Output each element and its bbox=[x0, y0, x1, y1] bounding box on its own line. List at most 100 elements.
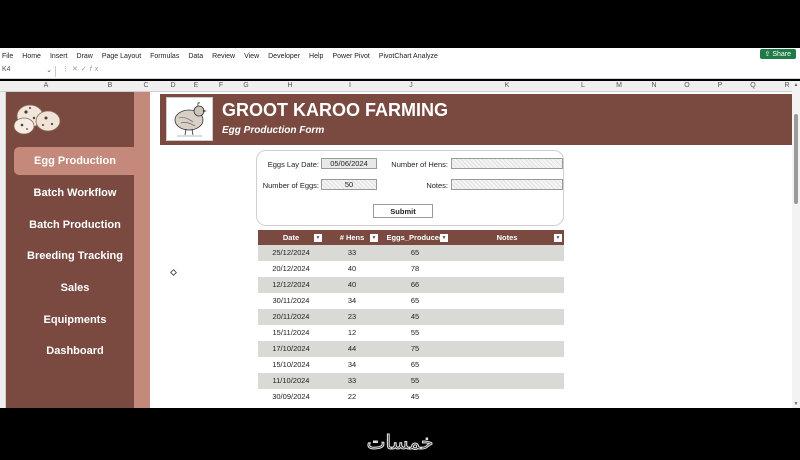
cell-notes[interactable] bbox=[450, 261, 564, 277]
table-row[interactable]: 20/11/2024 23 45 bbox=[258, 309, 564, 325]
number-of-hens-field[interactable] bbox=[451, 158, 563, 169]
tab-file[interactable]: File bbox=[2, 53, 13, 60]
column-header[interactable]: N bbox=[651, 82, 656, 89]
tab-review[interactable]: Review bbox=[212, 53, 235, 60]
table-row[interactable]: 25/12/2024 33 65 bbox=[258, 245, 564, 261]
tab-data[interactable]: Data bbox=[188, 53, 203, 60]
cell-eggs[interactable]: 65 bbox=[380, 357, 450, 373]
column-header[interactable]: A bbox=[44, 82, 49, 89]
selection-handle-icon[interactable] bbox=[170, 269, 178, 277]
column-header[interactable]: E bbox=[194, 82, 199, 89]
table-row[interactable]: 30/11/2024 34 65 bbox=[258, 293, 564, 309]
chevron-down-icon[interactable]: ⌄ bbox=[46, 66, 52, 74]
number-of-eggs-field[interactable]: 50 bbox=[321, 179, 377, 190]
tab-pivotchart-analyze[interactable]: PivotChart Analyze bbox=[379, 53, 438, 60]
cell-eggs[interactable]: 45 bbox=[380, 389, 450, 405]
tab-home[interactable]: Home bbox=[22, 53, 41, 60]
confirm-icon[interactable]: ✓ bbox=[81, 66, 90, 73]
cell-eggs[interactable]: 66 bbox=[380, 277, 450, 293]
cell-hens[interactable]: 44 bbox=[324, 341, 380, 357]
cell-eggs[interactable]: 65 bbox=[380, 245, 450, 261]
cell-notes[interactable] bbox=[450, 357, 564, 373]
cancel-icon[interactable]: ✕ bbox=[72, 66, 81, 73]
cell-hens[interactable]: 33 bbox=[324, 373, 380, 389]
cell-eggs[interactable]: 45 bbox=[380, 309, 450, 325]
cell-hens[interactable]: 40 bbox=[324, 261, 380, 277]
cell-notes[interactable] bbox=[450, 277, 564, 293]
cell-notes[interactable] bbox=[450, 309, 564, 325]
column-header[interactable]: C bbox=[143, 82, 148, 89]
sidebar-item-batch-production[interactable]: Batch Production bbox=[14, 211, 136, 239]
cell-date[interactable]: 30/11/2024 bbox=[258, 293, 324, 309]
cell-date[interactable]: 25/12/2024 bbox=[258, 245, 324, 261]
name-box[interactable]: K4 ⌄ bbox=[0, 66, 56, 77]
scroll-up-icon[interactable]: ▲ bbox=[792, 82, 800, 88]
column-header[interactable]: J bbox=[409, 82, 413, 89]
submit-button[interactable]: Submit bbox=[373, 204, 433, 218]
sidebar-item-equipments[interactable]: Equipments bbox=[14, 306, 136, 334]
table-row[interactable]: 12/12/2024 40 66 bbox=[258, 277, 564, 293]
filter-dropdown-icon[interactable]: ▼ bbox=[370, 234, 378, 242]
column-header[interactable]: P bbox=[718, 82, 723, 89]
tab-insert[interactable]: Insert bbox=[50, 53, 68, 60]
cell-eggs[interactable]: 55 bbox=[380, 325, 450, 341]
cell-notes[interactable] bbox=[450, 389, 564, 405]
tab-page-layout[interactable]: Page Layout bbox=[102, 53, 141, 60]
column-header[interactable]: M bbox=[616, 82, 622, 89]
column-header[interactable]: I bbox=[349, 82, 351, 89]
filter-dropdown-icon[interactable]: ▼ bbox=[440, 234, 448, 242]
cell-date[interactable]: 15/10/2024 bbox=[258, 357, 324, 373]
eggs-lay-date-field[interactable]: 05/06/2024 bbox=[321, 158, 377, 169]
sidebar-item-dashboard[interactable]: Dashboard bbox=[14, 337, 136, 365]
column-header[interactable]: L bbox=[581, 82, 585, 89]
sidebar-item-egg-production[interactable]: Egg Production bbox=[14, 147, 136, 175]
sidebar-item-breeding-tracking[interactable]: Breeding Tracking bbox=[14, 242, 136, 270]
tab-draw[interactable]: Draw bbox=[76, 53, 92, 60]
cell-date[interactable]: 20/12/2024 bbox=[258, 261, 324, 277]
column-header[interactable]: B bbox=[108, 82, 113, 89]
column-header-eggs-produced[interactable]: Eggs_Produced ▼ bbox=[380, 230, 450, 245]
notes-field[interactable] bbox=[451, 179, 563, 190]
column-header-date[interactable]: Date ▼ bbox=[258, 230, 324, 245]
column-header[interactable]: G bbox=[243, 82, 248, 89]
column-header-notes[interactable]: Notes ▼ bbox=[450, 230, 564, 245]
table-row[interactable]: 11/10/2024 33 55 bbox=[258, 373, 564, 389]
tab-view[interactable]: View bbox=[244, 53, 259, 60]
share-button[interactable]: ⇪ Share bbox=[759, 49, 796, 59]
column-header[interactable]: K bbox=[505, 82, 510, 89]
table-row[interactable]: 15/11/2024 12 55 bbox=[258, 325, 564, 341]
table-row[interactable]: 30/09/2024 22 45 bbox=[258, 389, 564, 405]
sidebar-item-batch-workflow[interactable]: Batch Workflow bbox=[14, 179, 136, 207]
cell-hens[interactable]: 12 bbox=[324, 325, 380, 341]
tab-formulas[interactable]: Formulas bbox=[150, 53, 179, 60]
tab-developer[interactable]: Developer bbox=[268, 53, 300, 60]
cell-eggs[interactable]: 78 bbox=[380, 261, 450, 277]
column-header[interactable]: Q bbox=[750, 82, 755, 89]
filter-dropdown-icon[interactable]: ▼ bbox=[554, 234, 562, 242]
cell-notes[interactable] bbox=[450, 293, 564, 309]
cell-hens[interactable]: 22 bbox=[324, 389, 380, 405]
table-row[interactable]: 15/10/2024 34 65 bbox=[258, 357, 564, 373]
column-header[interactable]: R bbox=[784, 82, 789, 89]
cell-date[interactable]: 30/09/2024 bbox=[258, 389, 324, 405]
fx-icon[interactable]: fx bbox=[90, 66, 101, 73]
cell-date[interactable]: 17/10/2024 bbox=[258, 341, 324, 357]
cell-notes[interactable] bbox=[450, 373, 564, 389]
column-header[interactable]: F bbox=[219, 82, 223, 89]
column-header[interactable]: D bbox=[170, 82, 175, 89]
scrollbar-thumb[interactable] bbox=[794, 114, 798, 204]
filter-dropdown-icon[interactable]: ▼ bbox=[314, 234, 322, 242]
column-header[interactable]: H bbox=[287, 82, 292, 89]
cell-hens[interactable]: 34 bbox=[324, 357, 380, 373]
cell-eggs[interactable]: 55 bbox=[380, 373, 450, 389]
cell-hens[interactable]: 34 bbox=[324, 293, 380, 309]
tab-power-pivot[interactable]: Power Pivot bbox=[332, 53, 369, 60]
cell-notes[interactable] bbox=[450, 341, 564, 357]
cell-hens[interactable]: 33 bbox=[324, 245, 380, 261]
table-row[interactable]: 17/10/2024 44 75 bbox=[258, 341, 564, 357]
vertical-scrollbar[interactable]: ▲ ▼ bbox=[792, 81, 800, 408]
cell-date[interactable]: 15/11/2024 bbox=[258, 325, 324, 341]
column-header[interactable]: O bbox=[684, 82, 689, 89]
scroll-down-icon[interactable]: ▼ bbox=[792, 401, 800, 407]
cell-notes[interactable] bbox=[450, 325, 564, 341]
